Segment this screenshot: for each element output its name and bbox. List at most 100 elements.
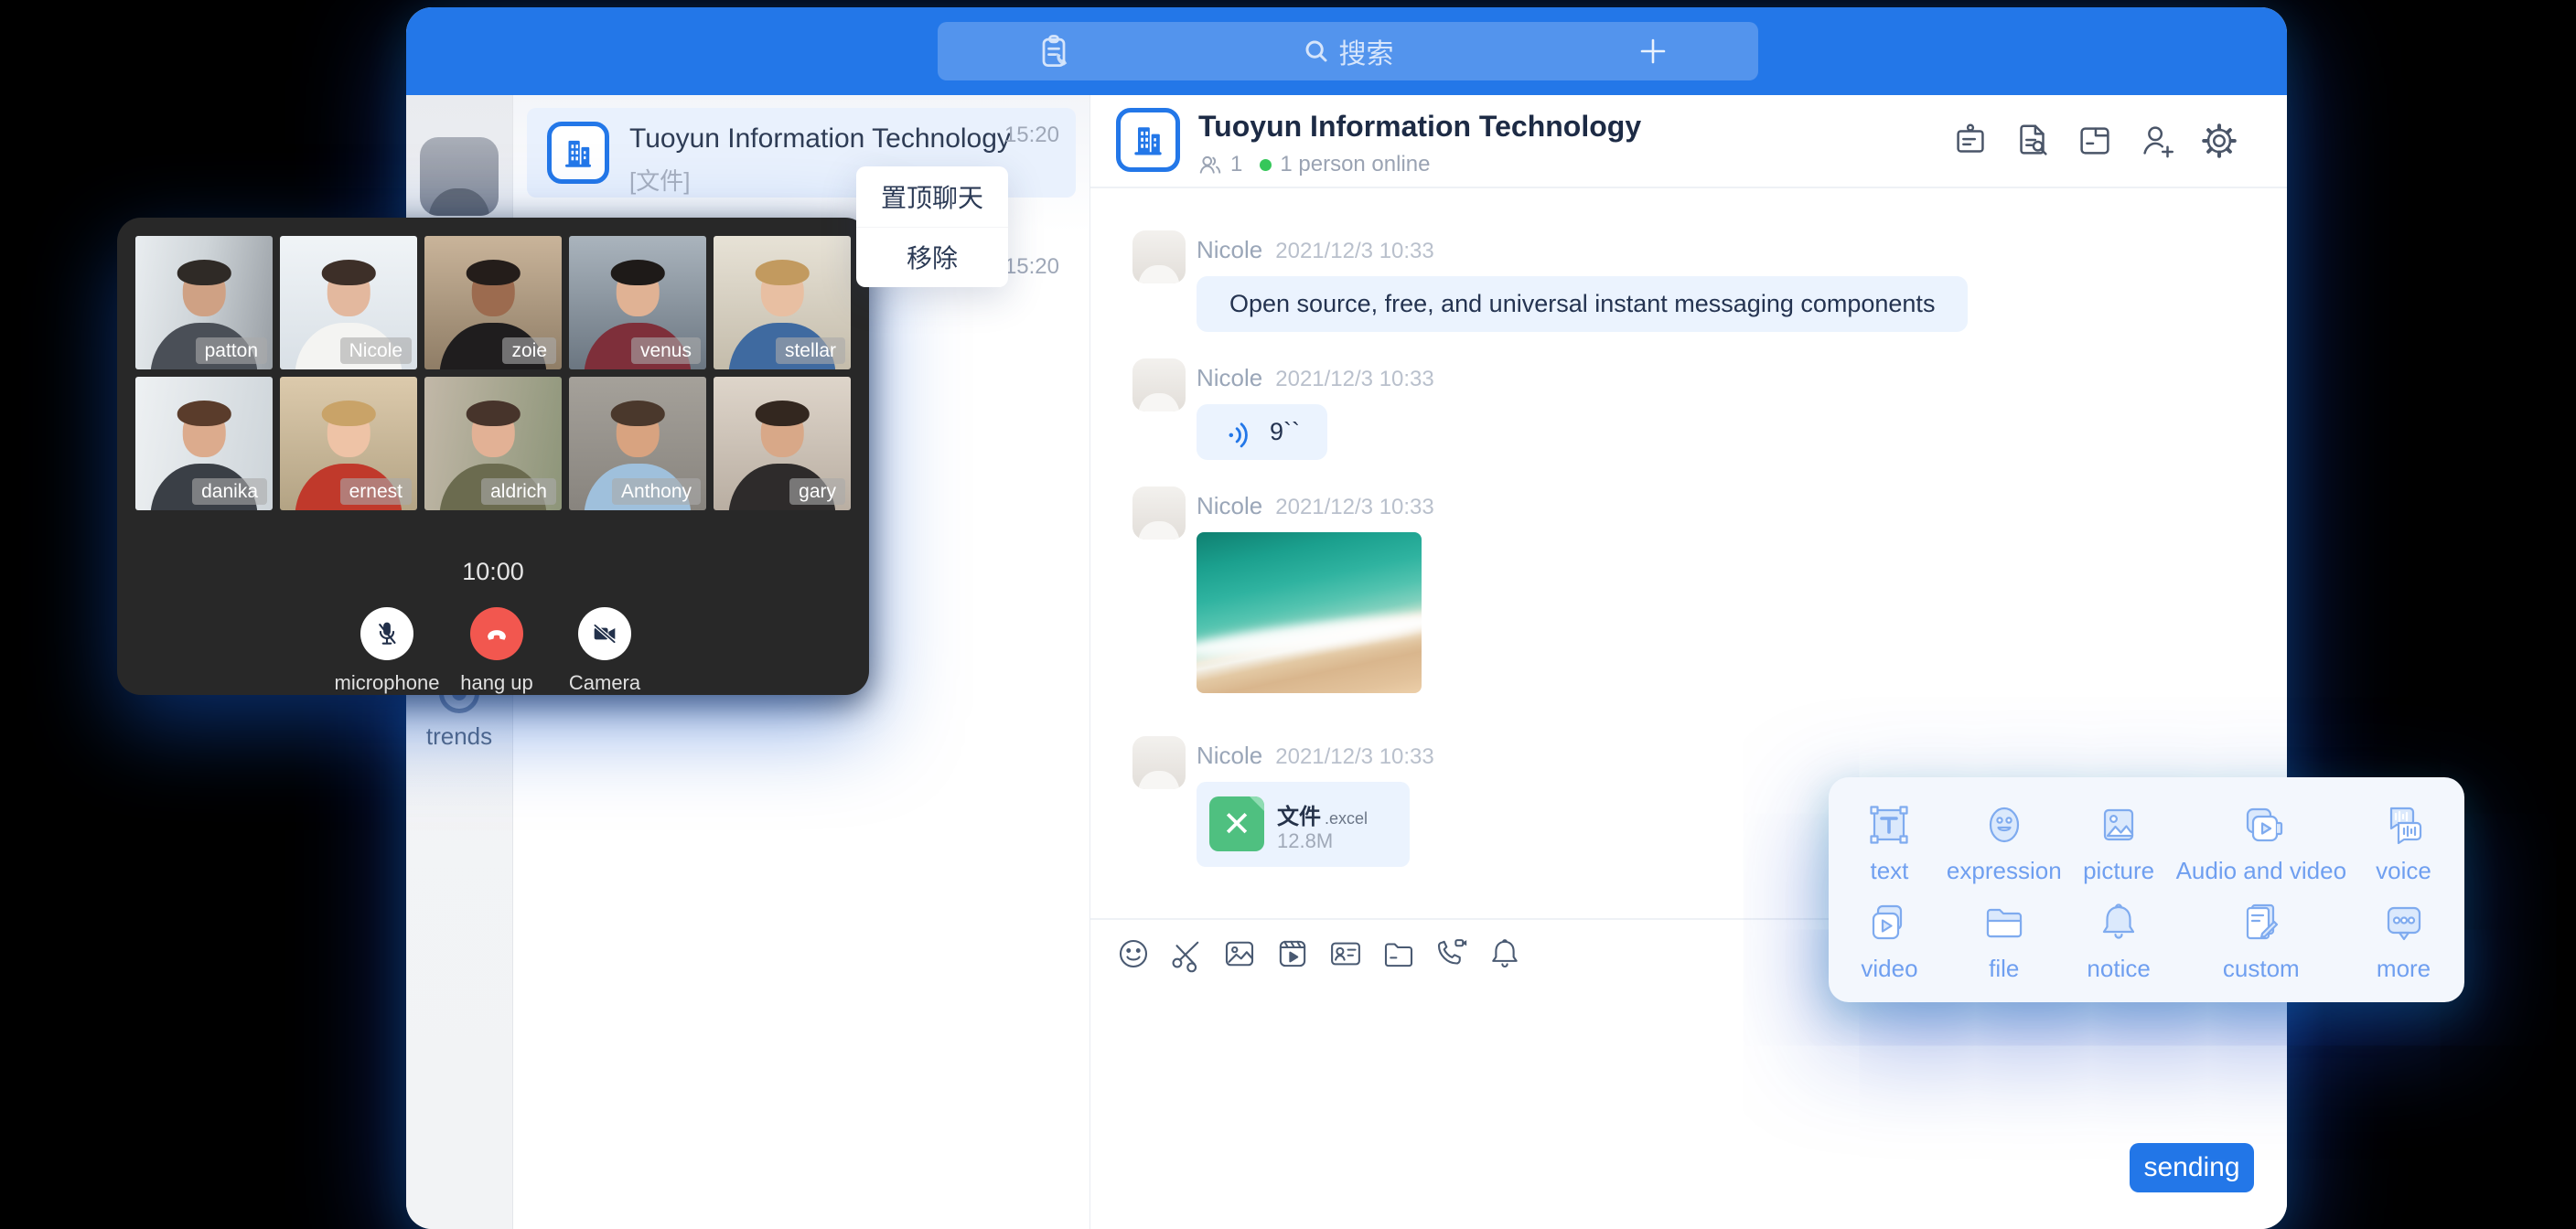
member-count: 1 — [1230, 152, 1242, 177]
panel-item-label: picture — [2083, 859, 2154, 882]
audio-video-icon — [2236, 799, 2287, 850]
message-time: 2021/12/3 10:33 — [1275, 367, 1434, 392]
group-file-icon[interactable] — [2074, 120, 2116, 162]
sender-avatar[interactable] — [1132, 230, 1186, 283]
my-avatar[interactable] — [420, 137, 499, 216]
group-notice-icon[interactable] — [1949, 120, 1991, 162]
panel-item-label: Audio and video — [2176, 859, 2346, 882]
picture-icon — [2093, 799, 2144, 850]
group-icon — [1116, 108, 1180, 172]
plus-icon[interactable] — [1635, 33, 1671, 69]
panel-item-file[interactable]: file — [1947, 890, 2062, 988]
chat-title: Tuoyun Information Technology — [1198, 110, 1641, 144]
participant-tile[interactable]: zoie — [424, 236, 562, 369]
contact-card-icon[interactable] — [1326, 935, 1365, 973]
message-time: 2021/12/3 10:33 — [1275, 495, 1434, 520]
voice-duration: 9`` — [1270, 418, 1300, 446]
file-message-card[interactable]: ✕ 文件.excel 12.8M — [1197, 782, 1410, 867]
panel-item-label: video — [1861, 956, 1917, 980]
participant-tile[interactable]: ernest — [280, 377, 417, 510]
panel-item-picture[interactable]: picture — [2062, 792, 2176, 890]
search-icon — [1303, 37, 1330, 65]
panel-item-voice[interactable]: voice — [2346, 792, 2461, 890]
image-message-thumbnail[interactable] — [1197, 532, 1422, 693]
panel-item-label: notice — [2087, 956, 2150, 980]
menu-item-remove[interactable]: 移除 — [856, 228, 1008, 288]
voice-wave-icon — [1224, 417, 1255, 448]
panel-item-expression[interactable]: expression — [1947, 792, 2062, 890]
panel-item-video[interactable]: video — [1832, 890, 1947, 988]
microphone-muted-icon[interactable] — [360, 607, 413, 660]
emoji-icon[interactable] — [1114, 935, 1153, 973]
topbar: 搜索 — [406, 7, 2287, 95]
sender-name: Nicole — [1197, 742, 1262, 770]
chat-header-actions — [1949, 120, 2240, 162]
custom-icon — [2236, 897, 2287, 948]
panel-item-label: text — [1871, 859, 1909, 882]
excel-file-icon: ✕ — [1209, 796, 1264, 851]
panel-item-text[interactable]: text — [1832, 792, 1947, 890]
online-dot — [1260, 159, 1272, 171]
send-video-icon[interactable] — [1273, 935, 1312, 973]
search-placeholder: 搜索 — [1339, 31, 1394, 71]
notice-icon — [2093, 897, 2144, 948]
message-meta: Nicole 2021/12/3 10:33 — [1197, 364, 1434, 392]
file-icon — [1979, 897, 2030, 948]
participant-tile[interactable]: gary — [714, 377, 851, 510]
screenshot-scissors-icon[interactable] — [1167, 935, 1206, 973]
panel-item-label: custom — [2223, 956, 2300, 980]
participant-name: zoie — [502, 337, 556, 364]
video-icon — [1863, 897, 1915, 948]
participant-tile[interactable]: Nicole — [280, 236, 417, 369]
chat-panel: Tuoyun Information Technology 1 1 person… — [1090, 95, 2287, 1229]
voice-icon — [2378, 799, 2430, 850]
participant-tile[interactable]: Anthony — [569, 377, 706, 510]
participant-tile[interactable]: danika — [135, 377, 273, 510]
message-meta: Nicole 2021/12/3 10:33 — [1197, 492, 1434, 520]
participant-tile[interactable]: venus — [569, 236, 706, 369]
conversation-context-menu: 置顶聊天 移除 — [856, 166, 1008, 287]
conversation-time: 15:20 — [1004, 123, 1059, 148]
chat-history-search-icon[interactable] — [2012, 120, 2054, 162]
settings-gear-icon[interactable] — [2198, 120, 2240, 162]
hangup-icon[interactable] — [470, 607, 523, 660]
camera-control[interactable]: Camera — [531, 607, 678, 695]
file-extension: .excel — [1325, 809, 1368, 828]
participant-tile[interactable]: stellar — [714, 236, 851, 369]
file-name: 文件 — [1277, 805, 1321, 829]
search-bar[interactable]: 搜索 — [938, 22, 1758, 80]
participant-tile[interactable]: aldrich — [424, 377, 562, 510]
audio-video-call-icon[interactable] — [1433, 935, 1471, 973]
panel-item-custom[interactable]: custom — [2176, 890, 2346, 988]
text-message-bubble[interactable]: Open source, free, and universal instant… — [1197, 276, 1968, 332]
panel-item-notice[interactable]: notice — [2062, 890, 2176, 988]
panel-item-label: voice — [2376, 859, 2431, 882]
participant-name: Nicole — [340, 337, 412, 364]
add-member-icon[interactable] — [2136, 120, 2178, 162]
more-icon — [2378, 897, 2430, 948]
camera-off-icon[interactable] — [578, 607, 631, 660]
call-timer: 10:00 — [117, 558, 869, 586]
send-file-icon[interactable] — [1379, 935, 1418, 973]
video-call-overlay: patton Nicole zoie venus stellar danika … — [117, 218, 869, 695]
participant-name: gary — [789, 478, 845, 505]
notice-bell-icon[interactable] — [1486, 935, 1524, 973]
conversation-last-message: [文件] — [629, 163, 690, 197]
text-icon — [1863, 799, 1915, 850]
panel-item-more[interactable]: more — [2346, 890, 2461, 988]
send-button[interactable]: sending — [2130, 1143, 2254, 1192]
participant-name: Anthony — [612, 478, 701, 505]
sender-avatar[interactable] — [1132, 358, 1186, 411]
send-picture-icon[interactable] — [1220, 935, 1259, 973]
voice-message-bubble[interactable]: 9`` — [1197, 404, 1327, 460]
file-size: 12.8M — [1277, 829, 1333, 853]
sender-avatar[interactable] — [1132, 736, 1186, 789]
participant-name: danika — [192, 478, 267, 505]
sender-name: Nicole — [1197, 236, 1262, 264]
participant-name: patton — [196, 337, 267, 364]
participant-tile[interactable]: patton — [135, 236, 273, 369]
sender-avatar[interactable] — [1132, 486, 1186, 540]
members-icon — [1198, 153, 1222, 176]
panel-item-audio-video[interactable]: Audio and video — [2176, 792, 2346, 890]
menu-item-pin-chat[interactable]: 置顶聊天 — [856, 166, 1008, 228]
